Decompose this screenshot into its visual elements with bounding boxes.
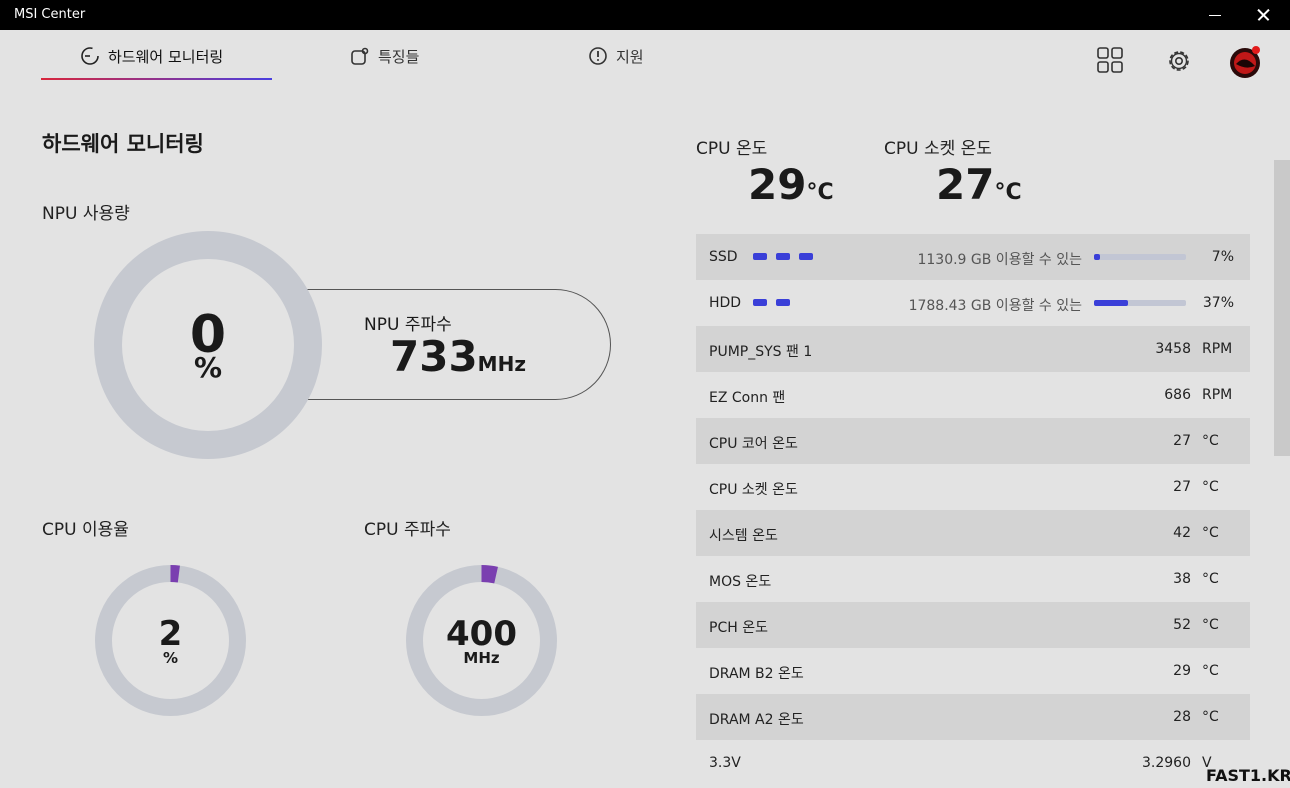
sensor-name: 3.3V bbox=[709, 755, 741, 771]
storage-row-hdd: HDD 1788.43 GB 이용할 수 있는 37% bbox=[696, 280, 1250, 326]
cpu-usage-value: 2 bbox=[158, 614, 183, 654]
cpu-usage-gauge: 2 % bbox=[94, 564, 247, 717]
sensor-value: 52 bbox=[1173, 617, 1191, 633]
cpu-temp-number: 29 bbox=[748, 160, 807, 209]
storage-available: 1788.43 GB 이용할 수 있는 bbox=[908, 298, 1082, 314]
sensor-value: 27 bbox=[1173, 433, 1191, 449]
cpu-temp-value: 29°C bbox=[748, 160, 834, 209]
storage-usage-bar bbox=[1094, 254, 1186, 260]
sensor-value: 38 bbox=[1173, 571, 1191, 587]
sensor-row: DRAM B2 온도 29 °C bbox=[696, 648, 1250, 694]
sensor-name: CPU 코어 온도 bbox=[709, 436, 798, 452]
sensor-name: DRAM A2 온도 bbox=[709, 712, 804, 728]
tab-hardware-monitoring[interactable]: 하드웨어 모니터링 bbox=[80, 44, 223, 68]
storage-name: SSD bbox=[709, 249, 738, 265]
sensor-value: 686 bbox=[1164, 387, 1191, 403]
sensor-value: 3.2960 bbox=[1142, 755, 1191, 771]
cpu-frequency-value: 400 bbox=[446, 614, 517, 654]
sensor-unit: °C bbox=[1202, 571, 1219, 587]
cpu-socket-temp-value: 27°C bbox=[936, 160, 1022, 209]
sensor-unit: RPM bbox=[1202, 341, 1233, 357]
sensor-unit: °C bbox=[1202, 617, 1219, 633]
sensor-row: CPU 소켓 온도 27 °C bbox=[696, 464, 1250, 510]
storage-usage-fill bbox=[1094, 254, 1101, 260]
storage-row-ssd: SSD 1130.9 GB 이용할 수 있는 7% bbox=[696, 234, 1250, 280]
tab-label: 지원 bbox=[616, 47, 644, 66]
avatar[interactable] bbox=[1228, 44, 1264, 80]
sensor-unit: °C bbox=[1202, 709, 1219, 725]
storage-available: 1130.9 GB 이용할 수 있는 bbox=[917, 252, 1082, 268]
sensor-unit: °C bbox=[1202, 663, 1219, 679]
feature-icon bbox=[351, 47, 369, 65]
cpu-temp-unit: °C bbox=[806, 180, 834, 205]
sensor-unit: RPM bbox=[1202, 387, 1233, 403]
npu-frequency-value: 733MHz bbox=[390, 332, 526, 381]
sensor-name: DRAM B2 온도 bbox=[709, 666, 804, 682]
storage-usage-bar bbox=[1094, 300, 1186, 306]
storage-percent: 37% bbox=[1202, 295, 1234, 311]
cpu-frequency-label: CPU 주파수 bbox=[364, 520, 451, 540]
page-title: 하드웨어 모니터링 bbox=[42, 132, 204, 156]
sensor-name: CPU 소켓 온도 bbox=[709, 482, 798, 498]
sensor-name: EZ Conn 팬 bbox=[709, 390, 786, 406]
watermark: FAST1.KR bbox=[1206, 766, 1290, 785]
cpu-temp-label: CPU 온도 bbox=[696, 139, 768, 159]
sensor-row: PUMP_SYS 팬 1 3458 RPM bbox=[696, 326, 1250, 372]
npu-usage-unit: % bbox=[193, 351, 223, 384]
cpu-socket-temp-label: CPU 소켓 온도 bbox=[884, 139, 992, 159]
title-bar: MSI Center bbox=[0, 0, 1290, 30]
storage-percent: 7% bbox=[1211, 249, 1234, 265]
vertical-scrollbar[interactable] bbox=[1274, 160, 1290, 456]
sensor-name: PCH 온도 bbox=[709, 620, 768, 636]
gauge-icon bbox=[81, 47, 99, 65]
sensor-row: MOS 온도 38 °C bbox=[696, 556, 1250, 602]
cpu-usage-unit: % bbox=[162, 649, 179, 667]
sensor-value: 27 bbox=[1173, 479, 1191, 495]
cpu-usage-label: CPU 이용율 bbox=[42, 520, 129, 540]
tab-label: 하드웨어 모니터링 bbox=[108, 47, 224, 66]
storage-usage-fill bbox=[1094, 300, 1129, 306]
tab-label: 특징들 bbox=[378, 47, 420, 66]
sensor-row: DRAM A2 온도 28 °C bbox=[696, 694, 1250, 740]
cpu-frequency-unit: MHz bbox=[463, 649, 500, 667]
sensor-table: SSD 1130.9 GB 이용할 수 있는 7% HDD 1788.43 GB… bbox=[696, 234, 1250, 786]
npu-frequency-unit: MHz bbox=[477, 352, 526, 376]
minimize-button[interactable] bbox=[1192, 0, 1238, 30]
sensor-unit: °C bbox=[1202, 433, 1219, 449]
cpu-socket-temp-number: 27 bbox=[936, 160, 995, 209]
sensor-name: MOS 온도 bbox=[709, 574, 772, 590]
drive-partition-marker bbox=[753, 253, 767, 260]
npu-usage-gauge: 0 % bbox=[94, 231, 322, 459]
alert-circle-icon bbox=[589, 47, 607, 65]
sensor-value: 3458 bbox=[1155, 341, 1191, 357]
tab-features[interactable]: 특징들 bbox=[350, 44, 419, 68]
grid-icon[interactable] bbox=[1096, 46, 1124, 74]
tab-support[interactable]: 지원 bbox=[588, 44, 644, 68]
npu-frequency-number: 733 bbox=[390, 332, 478, 381]
sensor-unit: °C bbox=[1202, 479, 1219, 495]
storage-name: HDD bbox=[709, 295, 742, 311]
gear-icon[interactable] bbox=[1164, 46, 1194, 76]
window-title: MSI Center bbox=[14, 7, 86, 22]
sensor-row: 시스템 온도 42 °C bbox=[696, 510, 1250, 556]
sensor-name: 시스템 온도 bbox=[709, 528, 778, 544]
cpu-socket-temp-unit: °C bbox=[994, 180, 1022, 205]
drive-partition-marker bbox=[776, 253, 790, 260]
sensor-row: CPU 코어 온도 27 °C bbox=[696, 418, 1250, 464]
sensor-value: 42 bbox=[1173, 525, 1191, 541]
sensor-name: PUMP_SYS 팬 1 bbox=[709, 344, 813, 360]
sensor-value: 28 bbox=[1173, 709, 1191, 725]
drive-partition-marker bbox=[799, 253, 813, 260]
sensor-row: 3.3V 3.2960 V bbox=[696, 740, 1250, 786]
cpu-frequency-gauge: 400 MHz bbox=[405, 564, 558, 717]
close-button[interactable] bbox=[1240, 0, 1286, 30]
drive-partition-marker bbox=[776, 299, 790, 306]
sensor-row: EZ Conn 팬 686 RPM bbox=[696, 372, 1250, 418]
sensor-unit: °C bbox=[1202, 525, 1219, 541]
active-tab-indicator bbox=[41, 78, 272, 80]
npu-usage-label: NPU 사용량 bbox=[42, 204, 130, 224]
drive-partition-marker bbox=[753, 299, 767, 306]
sensor-value: 29 bbox=[1173, 663, 1191, 679]
sensor-row: PCH 온도 52 °C bbox=[696, 602, 1250, 648]
